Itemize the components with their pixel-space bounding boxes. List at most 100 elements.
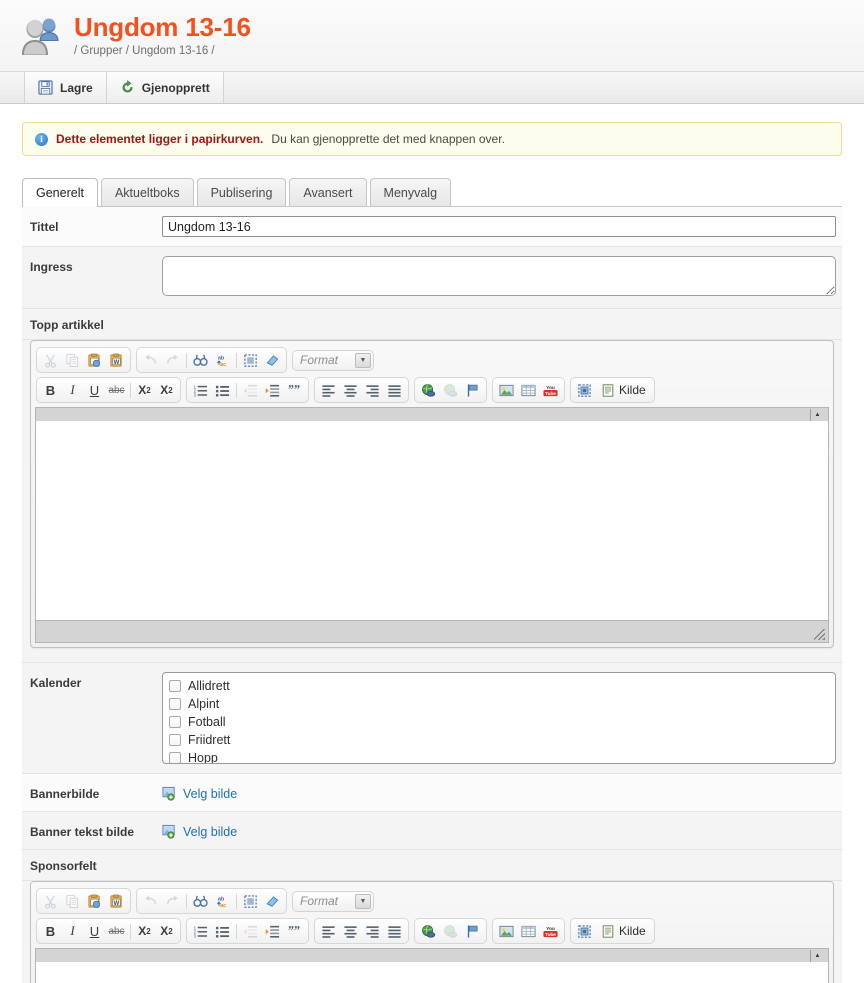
bold-icon[interactable]: B [40, 380, 61, 400]
svg-text:W: W [114, 359, 120, 365]
checkbox[interactable] [169, 734, 181, 746]
cut-icon[interactable] [40, 891, 61, 911]
undo-icon[interactable] [140, 891, 161, 911]
bold-icon[interactable]: B [40, 921, 61, 941]
align-right-icon[interactable] [362, 380, 383, 400]
align-justify-icon[interactable] [384, 921, 405, 941]
redo-icon[interactable] [162, 350, 183, 370]
strikethrough-icon[interactable]: abc [106, 380, 127, 400]
numbered-list-icon[interactable]: 123 [190, 921, 211, 941]
outdent-icon[interactable] [240, 380, 261, 400]
source-button[interactable]: Kilde [596, 380, 651, 400]
paste-text-icon[interactable] [84, 891, 105, 911]
select-all-icon[interactable] [240, 891, 261, 911]
anchor-icon[interactable] [462, 380, 483, 400]
unlink-icon[interactable] [440, 380, 461, 400]
tab-generelt[interactable]: Generelt [22, 178, 98, 207]
checkbox[interactable] [169, 752, 181, 763]
align-right-icon[interactable] [362, 921, 383, 941]
bannerbilde-select-link[interactable]: Velg bilde [183, 787, 237, 801]
checkbox[interactable] [169, 680, 181, 692]
collapse-toolbar-icon[interactable]: ▲ [810, 949, 824, 962]
paste-word-icon[interactable]: W [106, 891, 127, 911]
cut-icon[interactable] [40, 350, 61, 370]
editor-body-topp[interactable] [35, 421, 829, 621]
bannerbilde-picker[interactable]: Velg bilde [162, 783, 836, 801]
tab-publisering[interactable]: Publisering [196, 178, 287, 206]
tab-menyvalg[interactable]: Menyvalg [369, 178, 452, 206]
indent-icon[interactable] [262, 380, 283, 400]
format-dropdown-sponsor[interactable]: Format ▼ [292, 890, 374, 912]
list-item[interactable]: Alpint [169, 695, 829, 713]
outdent-icon[interactable] [240, 921, 261, 941]
align-left-icon[interactable] [318, 380, 339, 400]
remove-format-icon[interactable] [262, 891, 283, 911]
superscript-icon[interactable]: X2 [156, 380, 177, 400]
checkbox[interactable] [169, 716, 181, 728]
strikethrough-icon[interactable]: abc [106, 921, 127, 941]
table-icon[interactable] [518, 921, 539, 941]
underline-icon[interactable]: U [84, 380, 105, 400]
replace-icon[interactable]: ab ac [212, 891, 233, 911]
format-dropdown-topp[interactable]: Format ▼ [292, 349, 374, 371]
find-icon[interactable] [190, 891, 211, 911]
editor-resize-handle[interactable] [814, 629, 825, 640]
youtube-icon[interactable]: You Tube [540, 921, 561, 941]
tab-aktueltboks-label: Aktueltboks [114, 186, 180, 200]
link-icon[interactable] [418, 380, 439, 400]
paste-word-icon[interactable]: W [106, 350, 127, 370]
align-justify-icon[interactable] [384, 380, 405, 400]
blockquote-icon[interactable]: ”” [284, 921, 305, 941]
numbered-list-icon[interactable]: 123 [190, 380, 211, 400]
image-icon[interactable] [496, 380, 517, 400]
bulleted-list-icon[interactable] [212, 380, 233, 400]
superscript-icon[interactable]: X2 [156, 921, 177, 941]
subscript-icon[interactable]: X2 [134, 921, 155, 941]
replace-icon[interactable]: ab ac [212, 350, 233, 370]
redo-icon[interactable] [162, 891, 183, 911]
template-icon[interactable] [574, 921, 595, 941]
copy-icon[interactable] [62, 350, 83, 370]
collapse-toolbar-icon[interactable]: ▲ [810, 408, 824, 421]
find-icon[interactable] [190, 350, 211, 370]
tittel-input[interactable] [162, 216, 836, 237]
underline-icon[interactable]: U [84, 921, 105, 941]
indent-icon[interactable] [262, 921, 283, 941]
youtube-icon[interactable]: You Tube [540, 380, 561, 400]
bulleted-list-icon[interactable] [212, 921, 233, 941]
subscript-icon[interactable]: X2 [134, 380, 155, 400]
ingress-textarea[interactable] [162, 256, 836, 296]
source-button[interactable]: Kilde [596, 921, 651, 941]
banner-tekst-bilde-select-link[interactable]: Velg bilde [183, 825, 237, 839]
remove-format-icon[interactable] [262, 350, 283, 370]
save-button[interactable]: Lagre [24, 72, 107, 103]
align-center-icon[interactable] [340, 921, 361, 941]
list-item[interactable]: Friidrett [169, 731, 829, 749]
editor-body-sponsor[interactable] [35, 962, 829, 983]
template-icon[interactable] [574, 380, 595, 400]
select-all-icon[interactable] [240, 350, 261, 370]
unlink-icon[interactable] [440, 921, 461, 941]
undo-icon[interactable] [140, 350, 161, 370]
link-icon[interactable] [418, 921, 439, 941]
list-item[interactable]: Allidrett [169, 677, 829, 695]
copy-icon[interactable] [62, 891, 83, 911]
tab-avansert[interactable]: Avansert [289, 178, 367, 206]
blockquote-icon[interactable]: ”” [284, 380, 305, 400]
italic-icon[interactable]: I [62, 380, 83, 400]
kalender-checkbox-list[interactable]: Allidrett Alpint Fotball Friidrett Hopp [162, 672, 836, 764]
italic-icon[interactable]: I [62, 921, 83, 941]
align-group-sponsor [314, 918, 409, 945]
image-icon[interactable] [496, 921, 517, 941]
restore-button[interactable]: Gjenopprett [105, 72, 224, 103]
banner-tekst-bilde-picker[interactable]: Velg bilde [162, 821, 836, 839]
anchor-icon[interactable] [462, 921, 483, 941]
align-center-icon[interactable] [340, 380, 361, 400]
tab-aktueltboks[interactable]: Aktueltboks [100, 178, 194, 206]
paste-text-icon[interactable] [84, 350, 105, 370]
checkbox[interactable] [169, 698, 181, 710]
list-item[interactable]: Fotball [169, 713, 829, 731]
align-left-icon[interactable] [318, 921, 339, 941]
list-item[interactable]: Hopp [169, 749, 829, 763]
table-icon[interactable] [518, 380, 539, 400]
